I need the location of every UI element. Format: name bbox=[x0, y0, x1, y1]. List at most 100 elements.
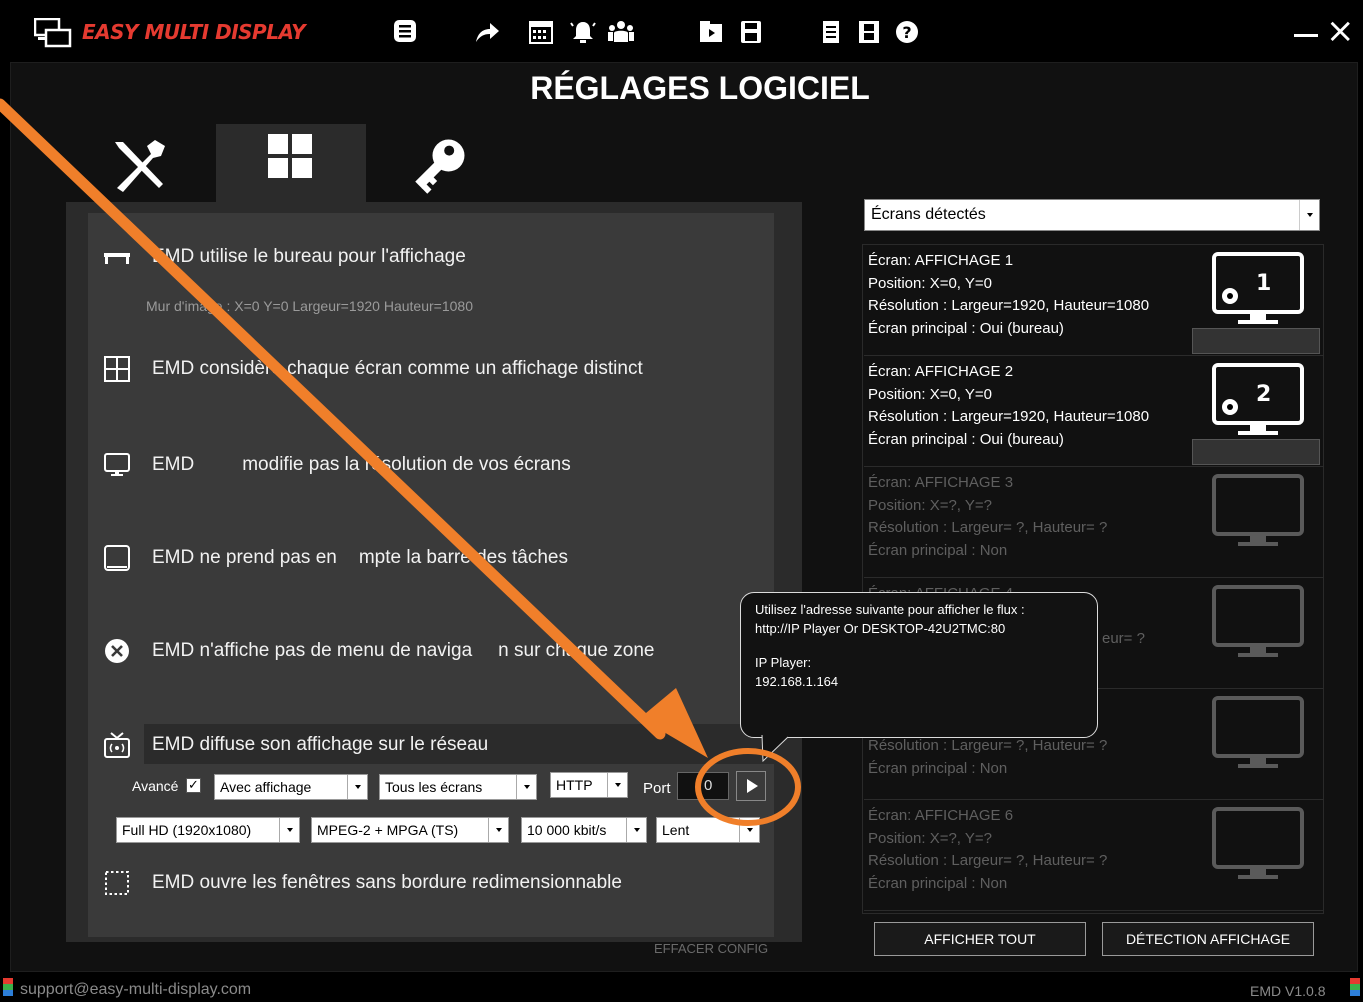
select-value: Tous les écrans bbox=[385, 779, 483, 795]
film-icon[interactable] bbox=[856, 18, 882, 46]
screen-number: 1 bbox=[1256, 271, 1271, 296]
screens-select[interactable]: Tous les écrans bbox=[379, 774, 537, 800]
select-value: Avec affichage bbox=[220, 779, 312, 795]
show-all-button[interactable]: AFFICHER TOUT bbox=[874, 922, 1086, 956]
tooltip-line: Utilisez l'adresse suivante pour affiche… bbox=[755, 602, 1025, 617]
play-stream-button[interactable] bbox=[736, 771, 766, 801]
detect-display-button[interactable]: DÉTECTION AFFICHAGE bbox=[1102, 922, 1314, 956]
alarm-icon[interactable] bbox=[570, 18, 596, 46]
close-button[interactable]: × bbox=[1326, 14, 1355, 48]
monitor-active-icon[interactable]: 2 bbox=[1212, 361, 1304, 441]
tab-tools[interactable] bbox=[66, 124, 216, 204]
monitor-active-icon[interactable]: 1 bbox=[1212, 250, 1304, 330]
image-wall-info: Mur d'image : X=0 Y=0 Largeur=1920 Haute… bbox=[146, 298, 473, 314]
detected-screens-select[interactable]: Écrans détectés bbox=[864, 199, 1320, 231]
chevron-down-icon bbox=[739, 818, 759, 842]
desktop-surface-icon bbox=[104, 253, 130, 264]
chevron-down-icon bbox=[347, 775, 367, 799]
brand-name: EASY MULTI DISPLAY bbox=[82, 20, 306, 44]
close-circle-icon bbox=[105, 639, 129, 663]
option-resolution[interactable]: EMD modifie pas la résolution de vos écr… bbox=[104, 450, 571, 480]
save-icon[interactable] bbox=[738, 18, 764, 46]
select-value: Lent bbox=[662, 822, 690, 838]
screen-number: 2 bbox=[1256, 382, 1271, 407]
port-input[interactable]: 0 bbox=[677, 772, 729, 800]
screen-primary: Écran principal : Non bbox=[868, 874, 1008, 892]
option-navigation-menu[interactable]: EMD n'affiche pas de menu de naviga n su… bbox=[104, 636, 655, 666]
option-label: EMD diffuse son affichage sur le réseau bbox=[152, 734, 489, 755]
license-key-icon bbox=[415, 139, 465, 194]
bitrate-select[interactable]: 10 000 kbit/s bbox=[521, 817, 647, 843]
option-desktop[interactable]: EMD utilise le bureau pour l'affichage bbox=[104, 242, 466, 272]
calendar-icon[interactable] bbox=[528, 18, 554, 46]
tab-license[interactable] bbox=[366, 124, 516, 204]
screen-position: Position: X=0, Y=0 bbox=[868, 385, 992, 403]
colorbar-left-icon bbox=[3, 978, 13, 996]
option-label-end: modifie pas la résolution de vos écrans bbox=[242, 454, 571, 475]
screen-info: Écran: AFFICHAGE 3 Position: X=?, Y=? Ré… bbox=[868, 472, 1107, 562]
dashed-frame-icon bbox=[105, 871, 129, 895]
screen-resolution: Résolution : Largeur=1920, Hauteur=1080 bbox=[868, 297, 1150, 314]
help-icon[interactable]: ? bbox=[894, 18, 920, 46]
screen-resolution: Résolution : Largeur= ?, Hauteur= ? bbox=[868, 519, 1108, 536]
users-icon[interactable] bbox=[608, 18, 634, 46]
broadcast-tv-icon bbox=[104, 732, 130, 758]
media-folder-icon[interactable] bbox=[698, 18, 724, 46]
speed-select[interactable]: Lent bbox=[656, 817, 760, 843]
screen-position: Position: X=?, Y=? bbox=[868, 829, 992, 847]
title-bar: EASY MULTI DISPLAY ? × bbox=[0, 0, 1363, 62]
page-title: RÉGLAGES LOGICIEL bbox=[530, 70, 870, 106]
screen-info: Résolution : Largeur= ?, Hauteur= ? Écra… bbox=[868, 735, 1107, 780]
option-network-stream[interactable]: EMD diffuse son affichage sur le réseau bbox=[104, 730, 488, 760]
option-label: EMD utilise le bureau pour l'affichage bbox=[152, 246, 466, 267]
protocol-select[interactable]: HTTP bbox=[550, 772, 628, 798]
option-distinct-screens[interactable]: EMD considère chaque écran comme un affi… bbox=[104, 354, 643, 384]
display-mode-select[interactable]: Avec affichage bbox=[214, 774, 368, 800]
screen-info: Écran: AFFICHAGE 2 Position: X=0, Y=0 Ré… bbox=[868, 361, 1149, 451]
support-email-link[interactable]: support@easy-multi-display.com bbox=[20, 981, 251, 999]
document-icon[interactable] bbox=[818, 18, 844, 46]
share-arrow-icon[interactable] bbox=[474, 18, 500, 46]
screen-position: Position: X=?, Y=? bbox=[868, 496, 992, 514]
option-borderless[interactable]: EMD ouvre les fenêtres sans bordure redi… bbox=[104, 868, 622, 898]
clear-config-link[interactable]: EFFACER CONFIG bbox=[654, 941, 768, 956]
option-label-start: EMD ne prend pas en bbox=[152, 547, 337, 568]
stream-address-tooltip: Utilisez l'adresse suivante pour affiche… bbox=[740, 592, 1098, 738]
version-label: EMD V1.0.8 bbox=[1250, 983, 1326, 999]
tab-screens[interactable] bbox=[216, 124, 366, 204]
screen-name-input[interactable] bbox=[1192, 328, 1320, 354]
advanced-checkbox[interactable]: ✓ bbox=[186, 778, 201, 793]
option-label-end: n sur chaque zone bbox=[498, 640, 655, 661]
chevron-down-icon bbox=[279, 818, 299, 842]
tooltip-ip: 192.168.1.164 bbox=[755, 673, 839, 689]
screen-card[interactable]: Écran: AFFICHAGE 1 Position: X=0, Y=0 Ré… bbox=[864, 246, 1324, 356]
select-value: MPEG-2 + MPGA (TS) bbox=[317, 822, 459, 838]
tooltip-pointer bbox=[761, 735, 789, 763]
screen-resolution: Résolution : Largeur=1920, Hauteur=1080 bbox=[868, 408, 1150, 425]
monitor-inactive-icon bbox=[1212, 696, 1304, 768]
stream-resolution-select[interactable]: Full HD (1920x1080) bbox=[116, 817, 300, 843]
screen-primary: Écran principal : Oui (bureau) bbox=[868, 319, 1064, 337]
screen-primary: Écran principal : Non bbox=[868, 541, 1008, 559]
screen-name: Écran: AFFICHAGE 6 bbox=[868, 807, 1014, 824]
codec-select[interactable]: MPEG-2 + MPGA (TS) bbox=[311, 817, 509, 843]
split-screen-icon bbox=[104, 356, 130, 382]
screen-resolution: Résolution : Largeur= ?, Hauteur= ? bbox=[868, 737, 1108, 754]
chevron-down-icon bbox=[626, 818, 646, 842]
advanced-label: Avancé bbox=[132, 778, 179, 794]
select-value: HTTP bbox=[556, 777, 593, 793]
screens-grid-icon bbox=[268, 134, 312, 178]
tools-icon bbox=[115, 140, 165, 192]
minimize-button[interactable] bbox=[1294, 34, 1318, 37]
screen-list-icon[interactable] bbox=[392, 18, 418, 46]
chevron-down-icon bbox=[488, 818, 508, 842]
screen-card[interactable]: Écran: AFFICHAGE 2 Position: X=0, Y=0 Ré… bbox=[864, 357, 1324, 467]
screen-card[interactable]: Écran: AFFICHAGE 3 Position: X=?, Y=? Ré… bbox=[864, 468, 1324, 578]
monitor-inactive-icon bbox=[1212, 807, 1304, 879]
screen-resolution: Résolution : Largeur= ?, Hauteur= ? bbox=[868, 852, 1108, 869]
option-taskbar[interactable]: EMD ne prend pas en mpte la barre des tâ… bbox=[104, 543, 568, 573]
colorbar-right-icon bbox=[1350, 978, 1360, 996]
multi-display-logo-icon bbox=[34, 18, 72, 48]
screen-card[interactable]: Écran: AFFICHAGE 6 Position: X=?, Y=? Ré… bbox=[864, 801, 1324, 911]
screen-name-input[interactable] bbox=[1192, 439, 1320, 465]
